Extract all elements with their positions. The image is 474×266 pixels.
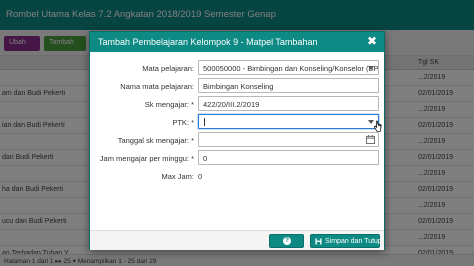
nama-mata-pelajaran-label: Nama mata pelajaran: [120, 82, 194, 91]
nama-mata-pelajaran-row: Nama mata pelajaran: Bimbingan Konseling [90, 78, 384, 94]
mata-pelajaran-select[interactable]: 500050000 - Bimbingan dan Konseling/Kons… [198, 60, 379, 75]
calendar-icon[interactable] [366, 135, 375, 144]
tambah-pembelajaran-dialog: Tambah Pembelajaran Kelompok 9 - Matpel … [89, 31, 385, 250]
dialog-header: Tambah Pembelajaran Kelompok 9 - Matpel … [90, 32, 384, 52]
jam-mengajar-row: Jam mengajar per minggu: * 0 [90, 150, 384, 166]
nama-mata-pelajaran-input[interactable]: Bimbingan Konseling [198, 78, 379, 93]
mouse-pointer-icon [373, 120, 382, 132]
help-button[interactable]: ? [269, 234, 304, 248]
sk-mengajar-row: Sk mengajar: * 422/20/III.2/2019 [90, 96, 384, 112]
nama-mata-pelajaran-value: Bimbingan Konseling [203, 82, 274, 91]
sk-mengajar-label: Sk mengajar: * [144, 100, 194, 109]
simpan-dan-tutup-button[interactable]: Simpan dan Tutup [310, 234, 382, 248]
mata-pelajaran-label: Mata pelajaran: [142, 64, 194, 73]
close-icon[interactable]: ✖ [365, 34, 379, 48]
dialog-title: Tambah Pembelajaran Kelompok 9 - Matpel … [98, 37, 318, 47]
tanggal-sk-label: Tanggal sk mengajar: * [117, 136, 194, 145]
ptk-label: PTK: * [172, 118, 194, 127]
save-icon [315, 238, 322, 245]
save-button-label: Simpan dan Tutup [325, 238, 382, 245]
sk-mengajar-input[interactable]: 422/20/III.2/2019 [198, 96, 379, 111]
max-jam-label: Max Jam: [161, 172, 194, 181]
mata-pelajaran-row: Mata pelajaran: 500050000 - Bimbingan da… [90, 60, 384, 76]
max-jam-value: 0 [198, 172, 203, 181]
jam-mengajar-label: Jam mengajar per minggu: * [99, 154, 194, 163]
text-caret [204, 118, 205, 126]
help-icon: ? [283, 237, 291, 245]
mata-pelajaran-value: 500050000 - Bimbingan dan Konseling/Kons… [203, 64, 379, 73]
tanggal-sk-row: Tanggal sk mengajar: * [90, 132, 384, 148]
jam-mengajar-input[interactable]: 0 [198, 150, 379, 165]
jam-mengajar-value: 0 [203, 154, 208, 163]
max-jam-row: Max Jam: 0 [90, 168, 384, 184]
sk-mengajar-value: 422/20/III.2/2019 [203, 100, 260, 109]
ptk-select[interactable] [198, 114, 379, 129]
dialog-footer: ? Simpan dan Tutup [90, 230, 384, 250]
tanggal-sk-input[interactable] [198, 132, 379, 147]
chevron-down-icon[interactable] [368, 66, 374, 70]
ptk-row: PTK: * [90, 114, 384, 130]
